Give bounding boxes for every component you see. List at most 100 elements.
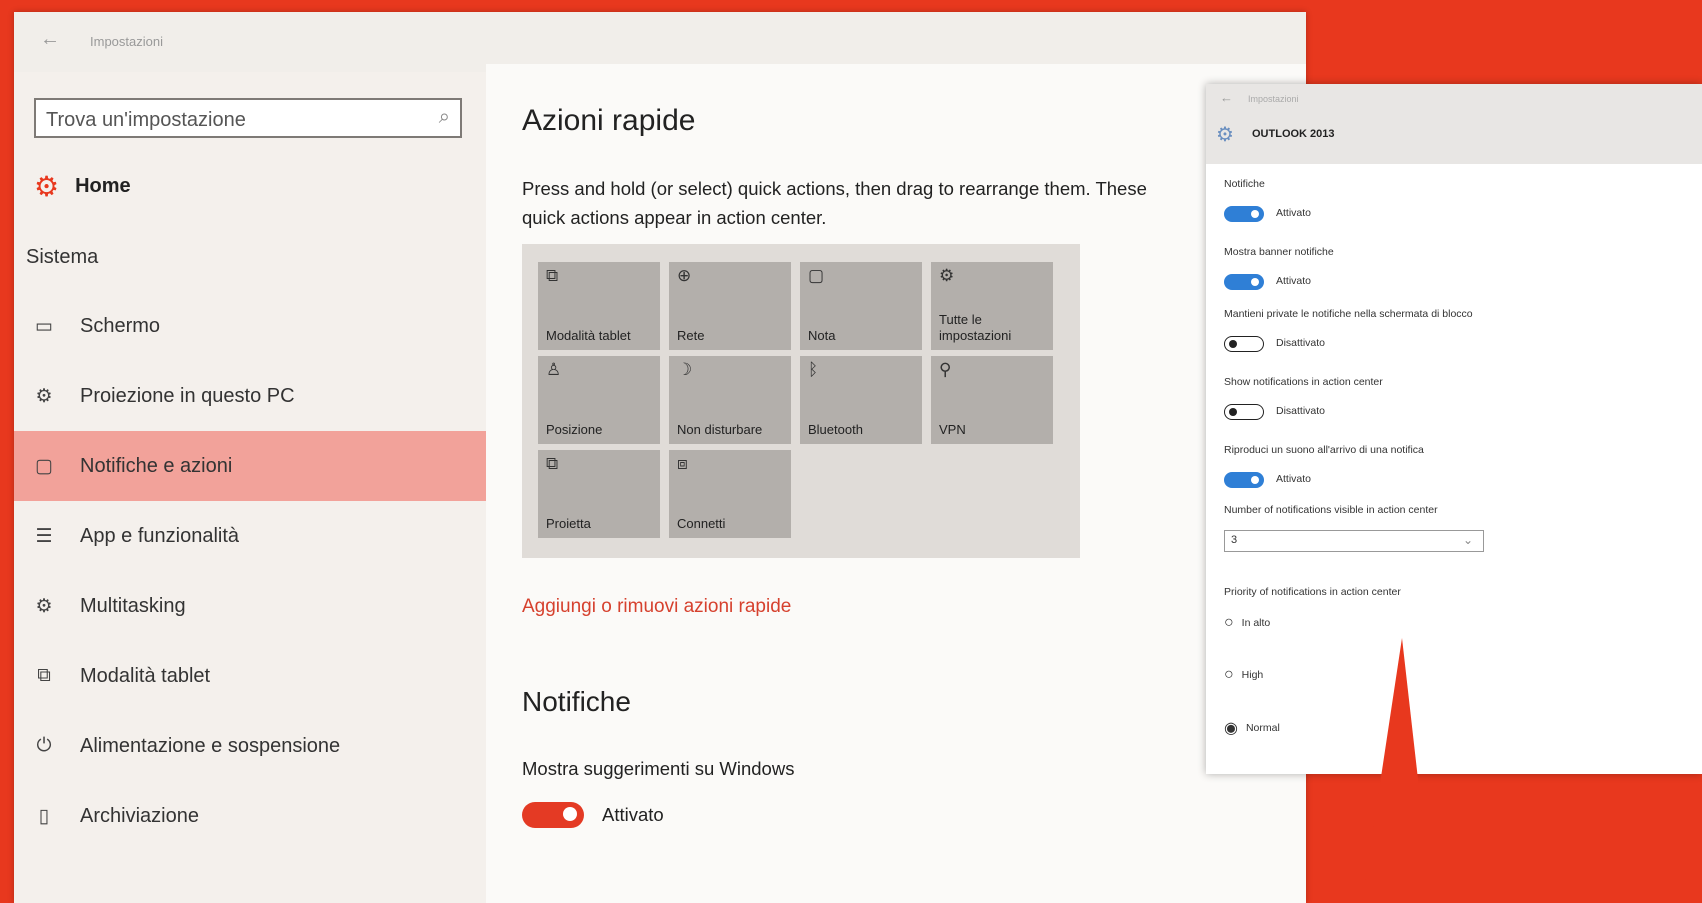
overlay-setting-toggle[interactable] — [1224, 472, 1264, 488]
quick-action-tile[interactable]: ⧈ Connetti — [669, 450, 791, 538]
sidebar-item[interactable]: ⚙ Proiezione in questo PC — [14, 361, 486, 431]
show-tips-toggle[interactable] — [522, 802, 584, 828]
location-icon: ♙ — [546, 360, 562, 379]
overlay-window-title: Impostazioni — [1248, 94, 1299, 104]
overlay-setting-label: Show notifications in action center — [1224, 376, 1383, 388]
quick-action-label: Modalità tablet — [546, 328, 631, 343]
quick-action-tile[interactable]: ♙ Posizione — [538, 356, 660, 444]
toggle-knob — [1251, 278, 1259, 286]
overlay-setting-state: Disattivato — [1276, 405, 1326, 417]
overlay-app-title: OUTLOOK 2013 — [1252, 128, 1335, 140]
priority-radio[interactable]: ◉ Normal — [1224, 718, 1280, 738]
priority-option-label: Normal — [1245, 722, 1280, 734]
sidebar-item[interactable]: ⧉ Modalità tablet — [14, 641, 486, 711]
list-icon: ☰ — [35, 525, 53, 547]
main-content: Azioni rapide Press and hold (or select)… — [486, 64, 1306, 903]
quick-action-tile[interactable]: ⊕ Rete — [669, 262, 791, 350]
quick-action-tile[interactable]: ⚙ Tutte le impostazioni — [931, 262, 1053, 350]
vpn-icon: ⚲ — [939, 360, 952, 379]
overlay-back-arrow-icon[interactable]: ← — [1220, 90, 1233, 105]
priority-option-label: High — [1241, 669, 1264, 681]
overlay-setting-label: Notifiche — [1224, 178, 1265, 190]
sidebar-item-label: Notifiche e azioni — [80, 454, 233, 477]
sidebar-section-title: Sistema — [26, 246, 99, 268]
quick-action-label: Rete — [677, 328, 705, 343]
quick-action-label: VPN — [939, 422, 966, 437]
quick-action-tile[interactable]: ☽ Non disturbare — [669, 356, 791, 444]
sidebar-item[interactable]: ☰ App e funzionalità — [14, 501, 486, 571]
monitor-icon: ▭ — [35, 315, 53, 337]
show-tips-state: Attivato — [602, 804, 664, 825]
toggle-knob — [1229, 407, 1237, 416]
sidebar-item-label: App e funzionalità — [80, 524, 240, 547]
back-arrow-icon[interactable]: ← — [40, 28, 60, 51]
sidebar-item[interactable]: ⏻ Alimentazione e sospensione — [14, 711, 486, 781]
quick-action-label: Nota — [808, 328, 836, 343]
quick-action-label: Bluetooth — [808, 422, 863, 437]
toggle-knob — [563, 807, 577, 821]
overlay-setting-state: Attivato — [1276, 207, 1312, 219]
callout-pointer — [1362, 638, 1432, 903]
quick-action-label: Connetti — [677, 516, 726, 531]
overlay-setting-toggle[interactable] — [1224, 404, 1264, 420]
settings-window: ← Impostazioni Trova un'impostazione ⌕ ⚙… — [14, 12, 1306, 903]
window-title: Impostazioni — [90, 34, 163, 49]
home-item[interactable]: ⚙ Home — [34, 166, 131, 206]
overlay-setting-toggle[interactable] — [1224, 336, 1264, 352]
page-title: Azioni rapide — [522, 104, 696, 137]
quick-actions-grid: ⧉ Modalità tablet ⊕ Rete ▢ Nota ⚙ Tutte le impo… — [522, 244, 1080, 558]
sidebar-item-label: Proiezione in questo PC — [80, 384, 295, 407]
priority-radio[interactable]: ○ High — [1224, 666, 1263, 684]
connect-icon: ⧈ — [677, 454, 688, 473]
gear-icon: ⚙ — [35, 595, 53, 617]
priority-radio[interactable]: ○ In alto — [1224, 614, 1270, 632]
gear-icon: ⚙ — [939, 266, 955, 285]
toggle-knob — [1251, 210, 1259, 218]
sidebar-item-label: Alimentazione e sospensione — [80, 734, 341, 757]
tablet-icon: ⧉ — [37, 665, 51, 686]
gear-icon: ⚙ — [35, 385, 53, 407]
quick-action-tile[interactable]: ▢ Nota — [800, 262, 922, 350]
chevron-down-icon: ⌄ — [1462, 533, 1473, 547]
notification-count-select[interactable]: 3 ⌄ — [1224, 530, 1484, 552]
power-icon: ⏻ — [36, 735, 52, 756]
quick-action-tile[interactable]: ᛒ Bluetooth — [800, 356, 922, 444]
radio-selected-icon: ◉ — [1224, 720, 1238, 737]
home-label: Home — [75, 174, 131, 197]
sidebar-item[interactable]: ▭ Schermo — [14, 291, 486, 361]
moon-icon: ☽ — [677, 360, 693, 379]
sidebar-item[interactable]: ▯ Archiviazione — [14, 781, 486, 851]
sidebar-item-label: Multitasking — [80, 594, 186, 617]
search-icon[interactable]: ⌕ — [439, 106, 450, 129]
overlay-setting-state: Attivato — [1276, 473, 1312, 485]
tablet-icon: ⧉ — [546, 266, 559, 285]
overlay-setting-label: Mantieni private le notifiche nella sche… — [1224, 308, 1473, 320]
quick-action-label: Posizione — [546, 422, 603, 437]
note-icon: ▢ — [808, 266, 825, 285]
sidebar-item[interactable]: ▢ Notifiche e azioni — [14, 431, 486, 501]
overlay-setting-toggle[interactable] — [1224, 274, 1264, 290]
show-tips-label: Mostra suggerimenti su Windows — [522, 758, 795, 779]
globe-icon: ⊕ — [677, 266, 692, 285]
search-placeholder: Trova un'impostazione — [46, 109, 246, 131]
quick-action-label: Proietta — [546, 516, 591, 531]
add-remove-quick-actions-link[interactable]: Aggiungi o rimuovi azioni rapide — [522, 596, 791, 618]
notifications-title: Notifiche — [522, 686, 631, 717]
notification-count-label: Number of notifications visible in actio… — [1224, 504, 1438, 516]
quick-action-tile[interactable]: ⧉ Proietta — [538, 450, 660, 538]
quick-action-label: Non disturbare — [677, 422, 763, 437]
overlay-setting-state: Attivato — [1276, 275, 1312, 287]
radio-empty-icon: ○ — [1224, 666, 1234, 683]
search-input[interactable]: Trova un'impostazione ⌕ — [34, 98, 462, 138]
storage-icon: ▯ — [38, 805, 50, 827]
outlook-notification-settings-panel: ← Impostazioni ⚙ OUTLOOK 2013 Notifiche A… — [1206, 84, 1702, 774]
quick-action-tile[interactable]: ⚲ VPN — [931, 356, 1053, 444]
sidebar-item-label: Archiviazione — [80, 804, 199, 827]
overlay-setting-state: Disattivato — [1276, 337, 1326, 349]
quick-action-tile[interactable]: ⧉ Modalità tablet — [538, 262, 660, 350]
overlay-setting-toggle[interactable] — [1224, 206, 1264, 222]
quick-actions-description: Press and hold (or select) quick actions… — [522, 178, 1147, 228]
notification-count-value: 3 — [1231, 534, 1238, 546]
sidebar-item[interactable]: ⚙ Multitasking — [14, 571, 486, 641]
toggle-knob — [1229, 339, 1237, 348]
